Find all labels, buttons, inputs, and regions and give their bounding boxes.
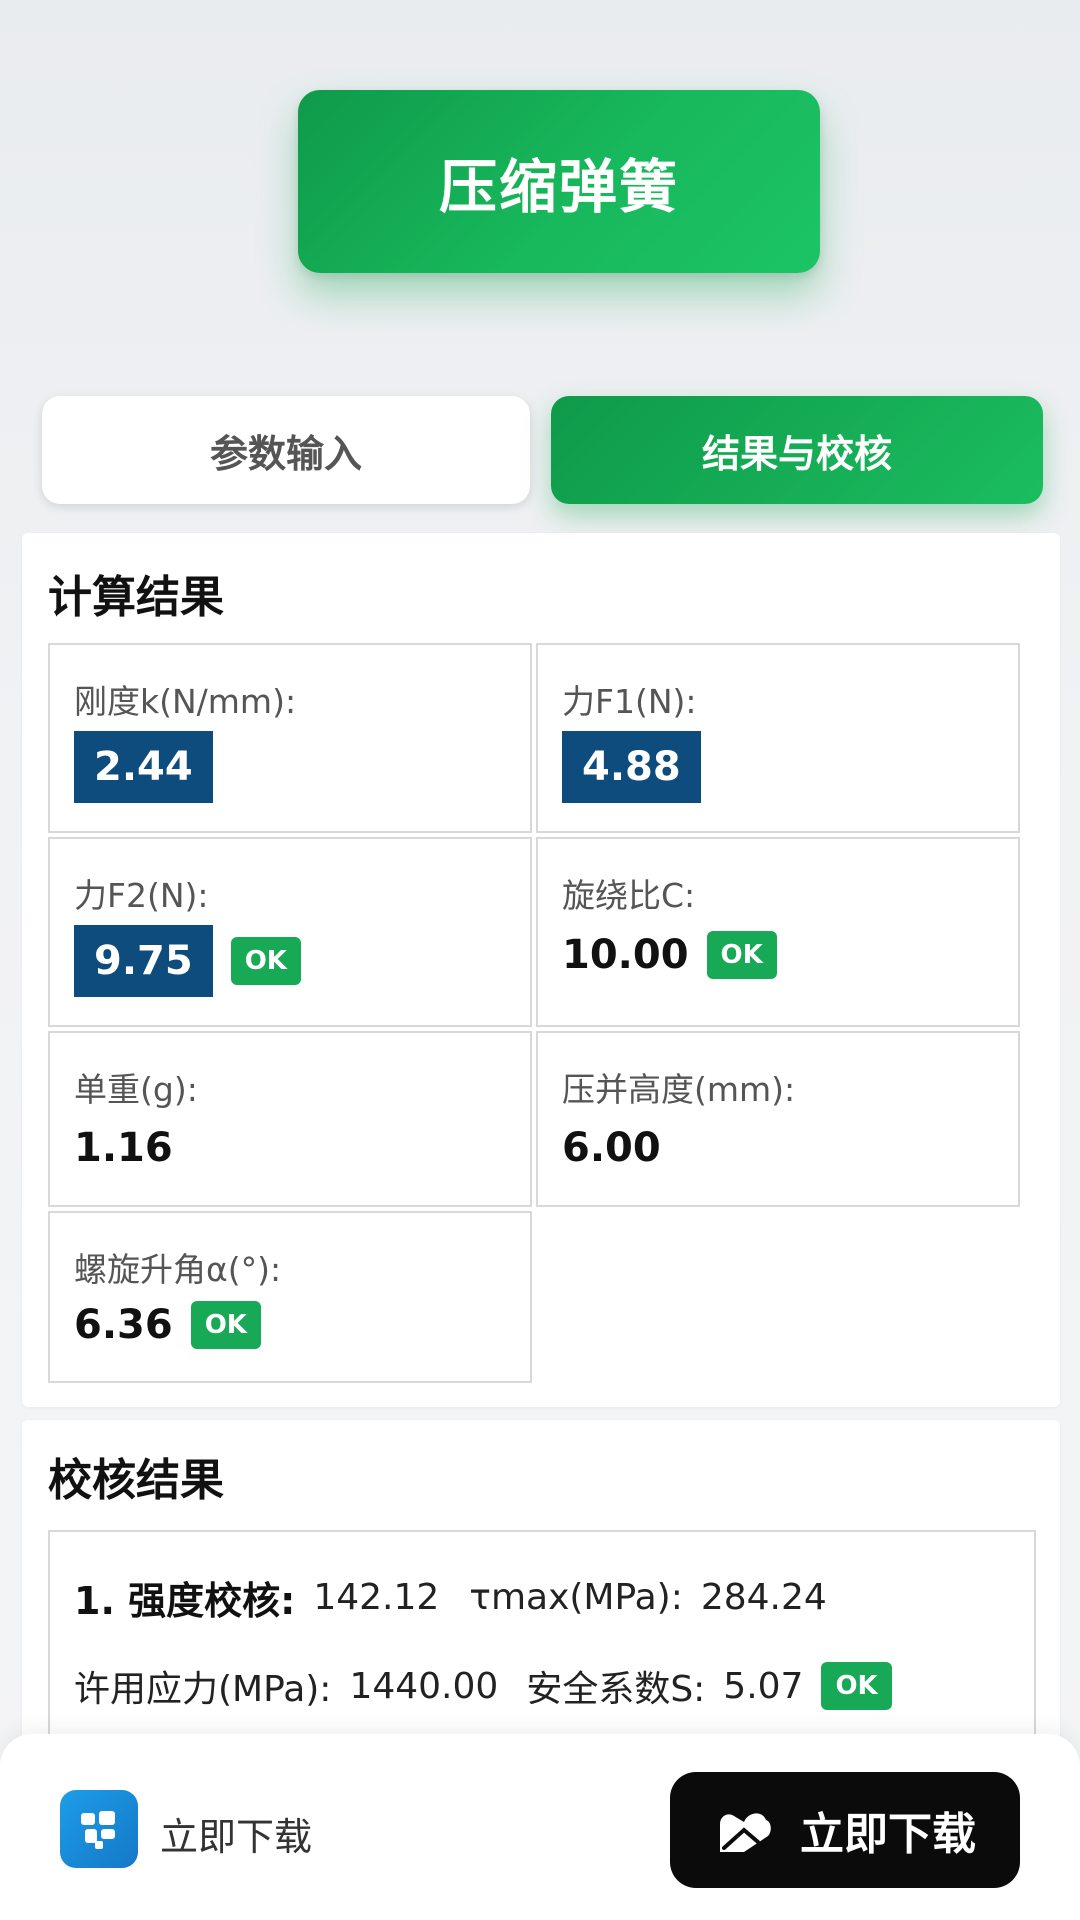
result-label: 刚度k(N/mm): xyxy=(74,682,297,721)
tab-results-check[interactable]: 结果与校核 xyxy=(551,396,1043,504)
calc-results-title: 计算结果 xyxy=(48,572,224,623)
result-cell-unit-weight: 单重(g): 1.16 xyxy=(48,1031,532,1207)
tab-parameter-input[interactable]: 参数输入 xyxy=(42,396,530,504)
result-label: 单重(g): xyxy=(74,1070,198,1109)
download-button[interactable]: 立即下载 xyxy=(670,1772,1020,1888)
app-store-icon xyxy=(720,1813,771,1852)
result-value: 9.75 xyxy=(74,925,213,997)
tab-label: 结果与校核 xyxy=(701,431,892,476)
safety-factor-label: 安全系数S: xyxy=(526,1669,706,1710)
result-value: 4.88 xyxy=(562,731,701,803)
tab-label: 参数输入 xyxy=(209,431,362,476)
result-label: 旋绕比C: xyxy=(562,876,696,915)
result-cell-spring-index: 旋绕比C: 10.00 OK xyxy=(536,837,1020,1027)
download-label: 立即下载 xyxy=(800,1809,976,1860)
result-value: 10.00 xyxy=(562,932,689,978)
allowable-stress-label: 许用应力(MPa): xyxy=(74,1669,332,1710)
download-bar: 立即下载 立即下载 xyxy=(0,1734,1080,1920)
app-name[interactable]: 立即下载 xyxy=(160,1806,312,1861)
result-label: 螺旋升角α(°): xyxy=(74,1250,282,1289)
result-value: 2.44 xyxy=(74,731,213,803)
ok-badge: OK xyxy=(821,1662,892,1710)
result-label: 力F2(N): xyxy=(74,876,209,915)
app-logo-icon[interactable] xyxy=(60,1790,138,1868)
result-cell-helix-angle: 螺旋升角α(°): 6.36 OK xyxy=(48,1211,532,1383)
tau-max-value: 284.24 xyxy=(700,1577,827,1618)
ok-badge: OK xyxy=(706,931,777,979)
strength-check-value: 142.12 xyxy=(313,1577,440,1618)
safety-factor-value: 5.07 xyxy=(723,1665,804,1707)
result-value: 6.36 xyxy=(74,1302,173,1348)
result-cell-force-f1: 力F1(N): 4.88 xyxy=(536,643,1020,833)
strength-check-line-1: 1. 强度校核: 142.12 τmax(MPa): 284.24 xyxy=(74,1570,827,1625)
result-cell-force-f2: 力F2(N): 9.75 OK xyxy=(48,837,532,1027)
result-cell-stiffness: 刚度k(N/mm): 2.44 xyxy=(48,643,532,833)
result-cell-solid-height: 压并高度(mm): 6.00 xyxy=(536,1031,1020,1207)
title-button[interactable]: 压缩弹簧 xyxy=(298,90,820,273)
strength-check-box: 1. 强度校核: 142.12 τmax(MPa): 284.24 许用应力(M… xyxy=(48,1530,1036,1740)
calc-results-card: 计算结果 刚度k(N/mm): 2.44 力F1(N): 4.88 力F2(N)… xyxy=(22,533,1060,1407)
ok-badge: OK xyxy=(190,1301,261,1349)
check-results-title: 校核结果 xyxy=(48,1455,224,1506)
strength-check-line-2: 许用应力(MPa): 1440.00 安全系数S: 5.07 OK xyxy=(74,1660,892,1712)
ok-badge: OK xyxy=(230,937,301,985)
tau-max-label: τmax(MPa): xyxy=(469,1577,683,1618)
allowable-stress-value: 1440.00 xyxy=(349,1665,499,1707)
result-label: 力F1(N): xyxy=(562,682,697,721)
result-label: 压并高度(mm): xyxy=(562,1070,796,1109)
result-value: 6.00 xyxy=(562,1125,661,1171)
title-label: 压缩弹簧 xyxy=(438,152,679,221)
result-value: 1.16 xyxy=(74,1125,173,1171)
strength-check-title: 1. 强度校核: xyxy=(74,1579,296,1623)
